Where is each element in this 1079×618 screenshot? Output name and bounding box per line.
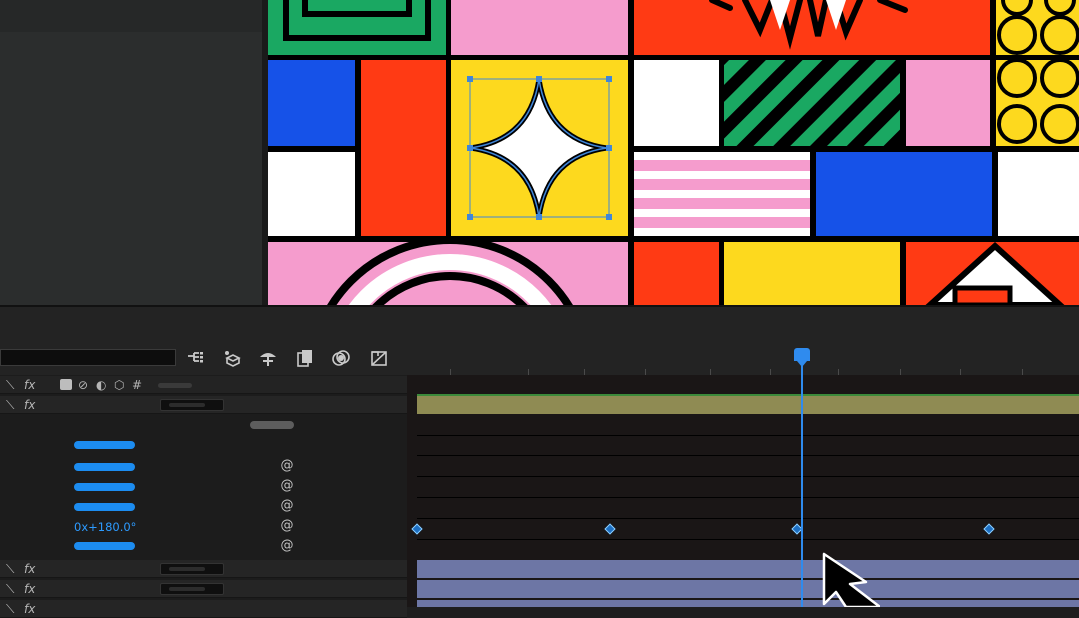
layer-duration-bar[interactable] [417,560,1079,578]
column-label-placeholder [158,383,192,388]
yellow-dots-tile [996,0,1079,55]
effects-switch-label[interactable]: fx [24,600,35,618]
composition-artwork [268,0,1079,305]
collapse-transform-icon[interactable]: ⟍ [6,580,14,598]
motion-blur-switch-icon[interactable]: ⊘ [78,376,88,394]
track-separator [417,455,1079,456]
transform-handle [536,76,542,82]
layer-row[interactable]: ⟍ fx [0,580,407,598]
expression-spiral-icon[interactable]: @ [280,539,294,553]
white-small-tile [634,60,719,146]
expression-spiral-icon[interactable]: @ [280,459,294,473]
playhead-line[interactable] [801,360,803,607]
red-triangle-tile [906,241,1079,305]
yellow-bottom-tile [724,242,900,305]
transform-handle [467,76,473,82]
composition-viewer[interactable] [268,0,1079,305]
green-square-tile [268,0,446,55]
red-tall-tile [361,60,446,236]
collapse-transform-icon[interactable]: ⟍ [6,396,14,414]
rotation-value[interactable]: 0x+180.0° [74,520,136,534]
project-panel-header [0,0,262,32]
3d-layer-icon[interactable]: ⬡ [114,376,124,394]
layer-row[interactable]: ⟍ fx [0,396,407,414]
expression-spiral-icon[interactable]: @ [280,479,294,493]
effects-switch-label[interactable]: fx [24,560,35,578]
blue-tile [268,60,355,146]
transform-handle [606,76,612,82]
yellow-star-tile [451,60,628,236]
frame-blending-icon[interactable] [257,348,279,368]
property-name-placeholder [74,503,135,511]
property-name-placeholder [74,542,135,550]
property-name-placeholder [74,483,135,491]
layer-duration-bar[interactable] [417,580,1079,598]
layer-duration-bar[interactable] [417,394,1079,414]
adjustment-layer-icon[interactable]: ◐ [96,376,106,394]
transform-handle [606,145,612,151]
property-name-placeholder [74,441,135,449]
parent-dropdown[interactable] [160,583,224,595]
mouse-cursor-icon [822,552,880,607]
layer-row[interactable]: ⟍ fx [0,600,407,618]
switches-header-row: ⟍ fx ⊘ ◐ ⬡ # [0,376,407,394]
effects-switch-label[interactable]: fx [24,580,35,598]
blue-wide-tile [816,152,992,236]
horizontal-stripes-tile [634,152,810,236]
collapse-transform-icon[interactable]: ⟍ [6,600,14,618]
composition-flowchart-icon[interactable] [185,348,207,368]
draft-3d-icon[interactable] [368,348,390,368]
collapse-transform-icon[interactable]: ⟍ [6,376,14,394]
parent-dropdown[interactable] [160,563,224,575]
parent-dropdown[interactable] [160,399,224,411]
project-panel [0,0,262,305]
property-name-placeholder [74,463,135,471]
yellow-dots-grid-tile [996,58,1079,146]
effects-switch-label[interactable]: fx [24,396,35,414]
layer-search-input[interactable] [0,349,176,366]
graph-editor-icon[interactable] [330,348,352,368]
time-ruler[interactable] [407,330,1079,375]
expression-spiral-icon[interactable]: @ [280,499,294,513]
track-separator [417,497,1079,498]
track-separator [417,539,1079,540]
transform-handle [606,214,612,220]
diagonal-stripes-tile [724,60,900,146]
track-separator [417,476,1079,477]
transform-handle [467,145,473,151]
expression-spiral-icon[interactable]: @ [280,519,294,533]
track-separator [417,518,1079,519]
pink-arch-tile [268,236,628,305]
pink-tile [451,0,628,55]
transform-handle [536,214,542,220]
frame-blend-switch-icon[interactable] [60,379,72,390]
pink-small-tile [906,60,990,146]
collapse-transform-icon[interactable]: ⟍ [6,560,14,578]
hash-column-icon[interactable]: # [132,376,142,394]
motion-blur-icon[interactable] [294,348,316,368]
red-bottom-tile [634,242,719,305]
transform-handle [467,214,473,220]
effects-switch-label[interactable]: fx [24,376,35,394]
shy-layers-icon[interactable] [221,348,243,368]
property-group-label-placeholder [250,421,294,429]
white-edge-tile [998,152,1079,236]
white-tile [268,152,355,236]
layer-duration-bar[interactable] [417,600,1079,607]
red-burst-tile [634,0,990,55]
layer-row[interactable]: ⟍ fx [0,560,407,578]
track-separator [417,435,1079,436]
